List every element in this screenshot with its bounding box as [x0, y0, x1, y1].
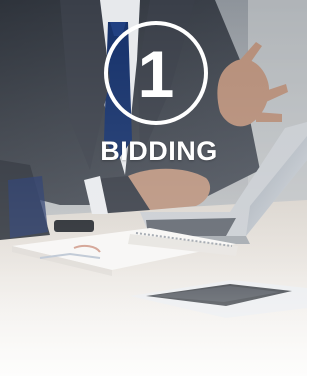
bidding-step-card[interactable]: 1 BIDDING — [0, 0, 307, 376]
step-title: BIDDING — [100, 136, 218, 166]
step-number: 1 — [137, 37, 175, 111]
step-number-badge: 1 — [104, 21, 208, 125]
